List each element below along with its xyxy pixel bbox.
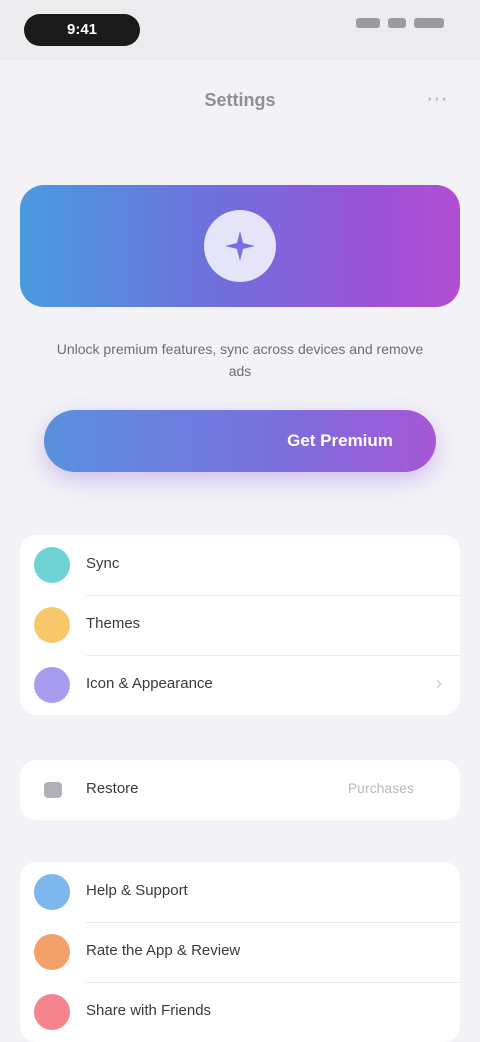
row-label: Restore (86, 780, 139, 797)
page-title: Settings (204, 90, 276, 110)
signal-icon (356, 18, 380, 28)
row-label: Help & Support (86, 882, 188, 899)
restore-icon (44, 782, 62, 798)
premium-banner (20, 185, 460, 307)
settings-row-restore[interactable]: Restore Purchases (20, 760, 460, 820)
settings-row-share[interactable]: Share with Friends (20, 982, 460, 1042)
navigation-bar: Settings ⋯ (0, 60, 480, 150)
chevron-right-icon: › (436, 673, 442, 693)
more-icon[interactable]: ⋯ (424, 86, 450, 112)
row-value: Purchases (347, 780, 414, 796)
status-time: 9:41 (24, 14, 140, 46)
help-icon (34, 874, 70, 910)
appearance-icon (34, 667, 70, 703)
settings-row-rate[interactable]: Rate the App & Review (20, 922, 460, 982)
wifi-icon (388, 18, 406, 28)
sparkle-icon (204, 210, 276, 282)
row-label: Icon & Appearance (86, 675, 213, 692)
settings-group-support: Help & Support Rate the App & Review Sha… (20, 862, 460, 1042)
row-label: Themes (86, 615, 141, 632)
settings-group-preferences: Sync Themes Icon & Appearance › (20, 535, 460, 715)
row-label: Sync (86, 555, 120, 572)
settings-row-sync[interactable]: Sync (20, 535, 460, 595)
star-icon (34, 934, 70, 970)
share-icon (34, 994, 70, 1030)
row-label: Share with Friends (86, 1002, 212, 1019)
sync-icon (34, 547, 70, 583)
settings-group-restore: Restore Purchases (20, 760, 460, 820)
settings-row-themes[interactable]: Themes (20, 595, 460, 655)
settings-row-help[interactable]: Help & Support (20, 862, 460, 922)
status-icons (356, 18, 444, 28)
battery-icon (414, 18, 444, 28)
get-premium-label: Get Premium (287, 431, 393, 450)
promo-description: Unlock premium features, sync across dev… (56, 341, 424, 379)
get-premium-button[interactable]: Get Premium (44, 410, 436, 472)
status-bar: 9:41 (0, 0, 480, 60)
settings-row-appearance[interactable]: Icon & Appearance › (20, 655, 460, 715)
palette-icon (34, 607, 70, 643)
row-label: Rate the App & Review (86, 942, 241, 959)
